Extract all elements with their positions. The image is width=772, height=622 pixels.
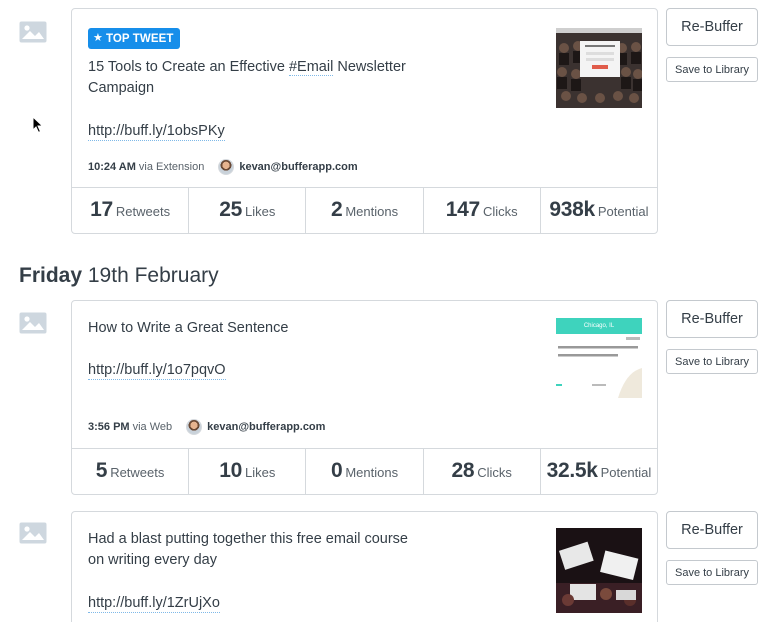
image-icon: [19, 312, 47, 334]
post-stats: 5 Retweets 10 Likes 0 Mentions 28 Clicks 32.…: [72, 448, 657, 494]
post-text: How to Write a Great Sentence: [88, 320, 289, 336]
stat-likes: 10 Likes: [188, 449, 305, 494]
stat-retweets: 5 Retweets: [95, 459, 165, 482]
post-meta: 3:56 PM via Web kevan@bufferapp.com: [88, 419, 325, 435]
day-header: Friday 19th February: [19, 264, 219, 288]
webpage-screenshot-thumbnail[interactable]: [556, 28, 642, 108]
stat-mentions: 2 Mentions: [305, 188, 422, 233]
post-time: 3:56 PM: [88, 421, 130, 433]
rebuffer-button[interactable]: Re-Buffer: [666, 8, 758, 46]
stat-clicks: 147 Clicks: [422, 188, 540, 233]
stat-mentions: 0 Mentions: [305, 449, 422, 494]
day-name: Friday: [19, 264, 83, 287]
post-via: via Extension: [138, 161, 205, 173]
post-via: via Web: [132, 421, 173, 433]
rebuffer-button[interactable]: Re-Buffer: [666, 300, 758, 338]
post-link[interactable]: http://buff.ly/1ZrUjXo: [88, 594, 220, 613]
save-to-library-button[interactable]: Save to Library: [666, 560, 758, 585]
post-link[interactable]: http://buff.ly/1o7pqvO: [88, 361, 226, 380]
post-card: How to Write a Great Sentence http://buf…: [71, 300, 658, 495]
avatar: [186, 419, 203, 435]
mouse-cursor-icon: [32, 115, 44, 134]
star-icon: ★: [93, 32, 103, 44]
stat-potential: 938k Potential: [539, 188, 657, 233]
post-link[interactable]: http://buff.ly/1obsPKy: [88, 122, 225, 141]
stat-likes: 25 Likes: [188, 188, 305, 233]
webpage-screenshot-thumbnail[interactable]: Chicago, IL: [556, 318, 642, 398]
avatar: [218, 159, 235, 175]
day-date: 19th February: [87, 264, 219, 287]
save-to-library-button[interactable]: Save to Library: [666, 349, 758, 374]
post-card: Had a blast putting together this free e…: [71, 511, 658, 622]
author-email: kevan@bufferapp.com: [239, 161, 358, 173]
image-icon: [19, 522, 47, 544]
author-email: kevan@bufferapp.com: [207, 421, 326, 433]
post-text: 15 Tools to Create an Effective #Email N…: [88, 59, 406, 96]
rebuffer-button[interactable]: Re-Buffer: [666, 511, 758, 549]
post-stats: 17 Retweets 25 Likes 2 Mentions 147 Clicks 9…: [72, 187, 657, 233]
post-text: Had a blast putting together this free e…: [88, 531, 408, 568]
badge-label: TOP TWEET: [105, 32, 174, 45]
post-meta: 10:24 AM via Extension kevan@bufferapp.c…: [88, 159, 358, 175]
hashtag-link[interactable]: #Email: [288, 59, 334, 76]
stat-retweets: 17 Retweets: [90, 198, 171, 221]
crowd-photo-thumbnail[interactable]: [556, 528, 642, 613]
save-to-library-button[interactable]: Save to Library: [666, 57, 758, 82]
thumb-header: Chicago, IL: [556, 318, 642, 334]
post-card: ★ TOP TWEET 15 Tools to Create an Effect…: [71, 8, 658, 234]
post-time: 10:24 AM: [88, 161, 136, 173]
stat-clicks: 28 Clicks: [422, 449, 540, 494]
top-tweet-badge: ★ TOP TWEET: [88, 28, 180, 49]
image-icon: [19, 21, 47, 43]
stat-potential: 32.5k Potential: [539, 449, 657, 494]
